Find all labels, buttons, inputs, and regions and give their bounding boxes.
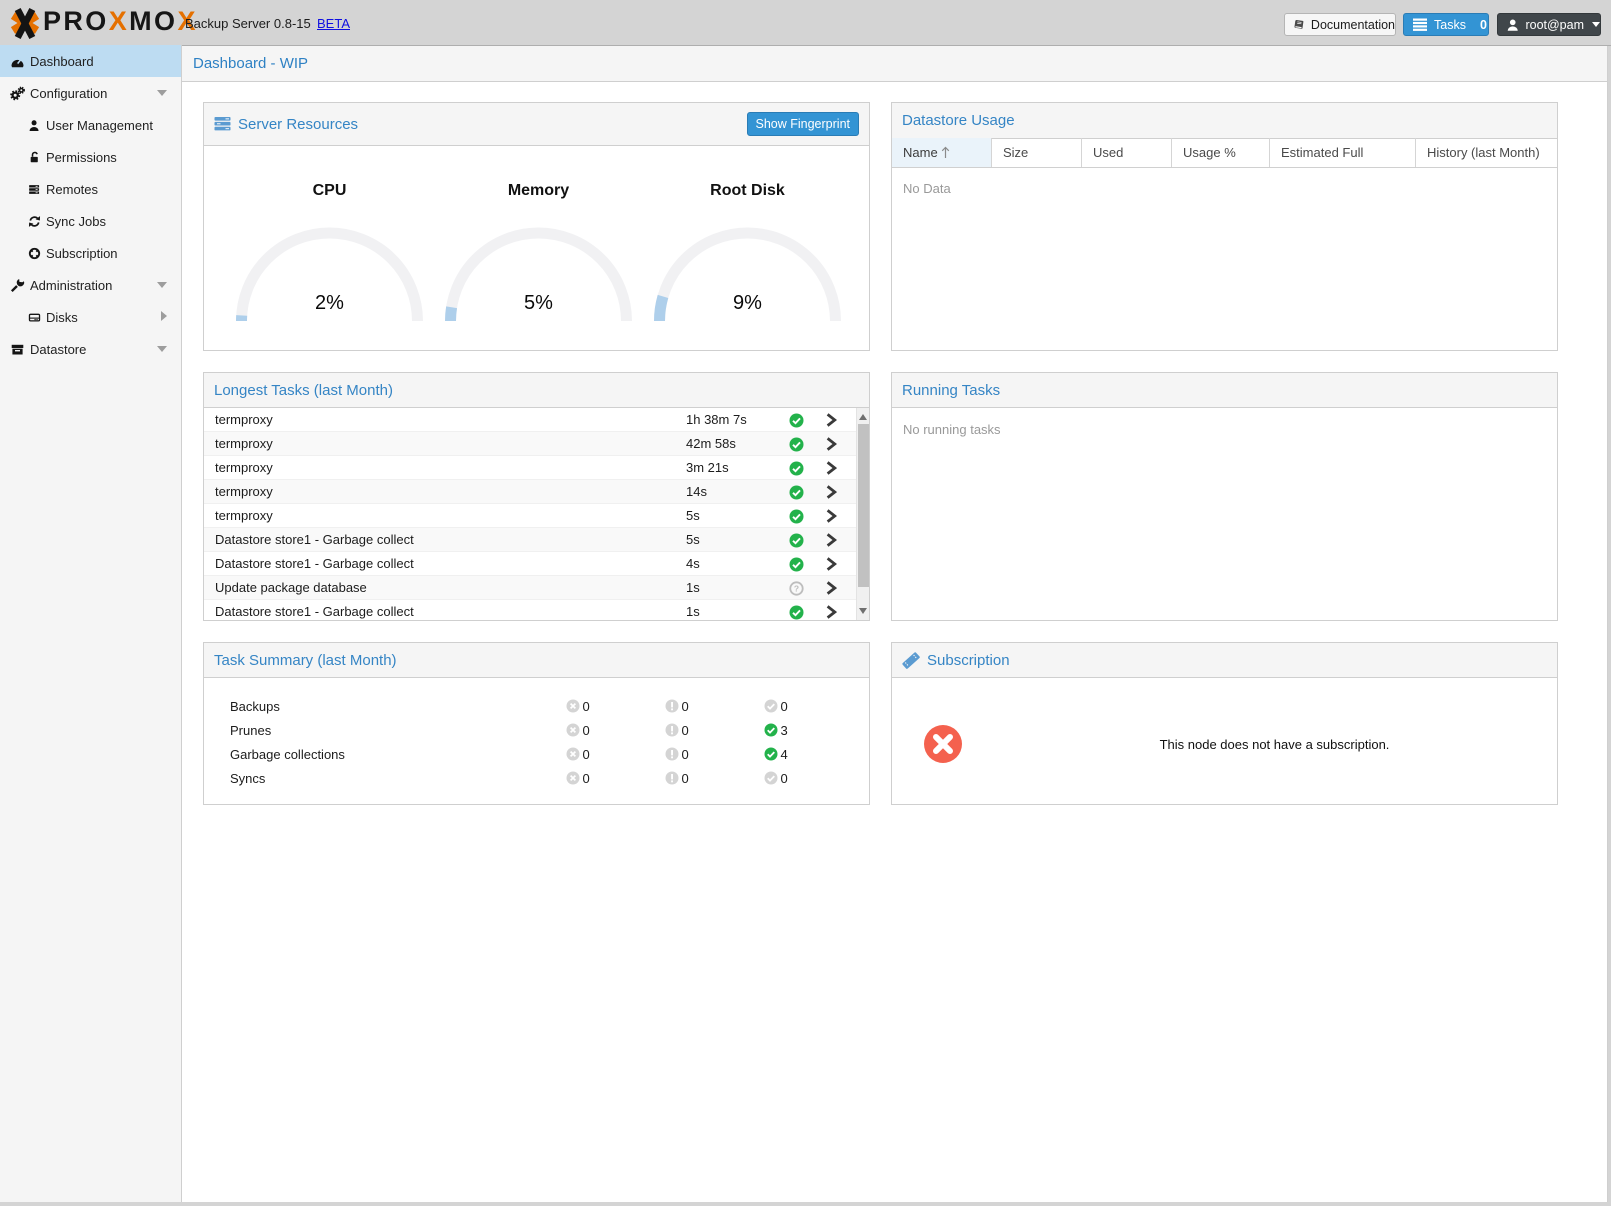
- svg-text:?: ?: [794, 583, 799, 593]
